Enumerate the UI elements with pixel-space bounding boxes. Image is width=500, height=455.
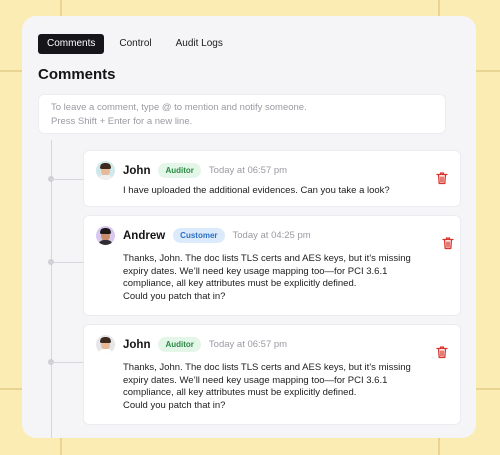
comment-body-line: compliance, all key attributes must be e…	[123, 278, 357, 289]
comment-card: Andrew Customer Today at 04:25 pm Thanks…	[83, 215, 461, 316]
comment-body-line: expiry dates. We’ll need key usage mappi…	[123, 265, 388, 277]
comments-panel: Comments Control Audit Logs Comments To …	[22, 16, 476, 438]
trash-icon[interactable]	[441, 236, 455, 250]
comment-input-placeholder-line-2: Press Shift + Enter for a new line.	[51, 116, 193, 127]
thread-line	[51, 140, 52, 438]
comment-body: Thanks, John. The doc lists TLS certs an…	[123, 253, 443, 303]
comment-body-line: Could you patch that in?	[123, 290, 226, 302]
comment-timestamp: Today at 06:57 pm	[208, 339, 288, 350]
comment-body-line: expiry dates. We’ll need key usage mappi…	[123, 374, 388, 386]
role-badge: Customer	[173, 228, 225, 243]
role-badge: Auditor	[158, 163, 201, 178]
comment-body-line: Thanks, John. The doc lists TLS certs an…	[123, 362, 411, 373]
thread-connector	[51, 262, 83, 263]
avatar	[96, 226, 115, 245]
comment-input-placeholder-line-1: To leave a comment, type @ to mention an…	[51, 102, 307, 113]
thread-connector	[51, 179, 83, 180]
tab-control[interactable]: Control	[110, 34, 160, 54]
comment-body-line: Thanks, John. The doc lists TLS certs an…	[123, 253, 411, 264]
comment-body-line: compliance, all key attributes must be e…	[123, 387, 357, 398]
tab-comments[interactable]: Comments	[38, 34, 105, 54]
comment-card: John Auditor Today at 06:57 pm Thanks, J…	[83, 324, 461, 425]
thread-connector	[51, 362, 83, 363]
avatar	[96, 161, 115, 180]
page-title: Comments	[38, 66, 116, 83]
comment-header: John Auditor Today at 06:57 pm	[96, 161, 287, 180]
comment-card: John Auditor Today at 06:57 pm I have up…	[83, 150, 461, 207]
comment-header: Andrew Customer Today at 04:25 pm	[96, 226, 311, 245]
tab-bar: Comments Control Audit Logs	[38, 34, 232, 54]
comment-input[interactable]: To leave a comment, type @ to mention an…	[38, 94, 446, 134]
comment-timestamp: Today at 06:57 pm	[208, 165, 288, 176]
trash-icon[interactable]	[435, 345, 449, 359]
comment-author: John	[123, 338, 151, 351]
comment-header: John Auditor Today at 06:57 pm	[96, 335, 287, 354]
comment-body: Thanks, John. The doc lists TLS certs an…	[123, 362, 443, 412]
comment-timestamp: Today at 04:25 pm	[232, 230, 311, 241]
avatar	[96, 335, 115, 354]
comment-body-line: Could you patch that in?	[123, 399, 226, 411]
comment-body-line: I have uploaded the additional evidences…	[123, 185, 390, 196]
comment-body: I have uploaded the additional evidences…	[123, 185, 443, 198]
comment-author: Andrew	[123, 229, 166, 242]
trash-icon[interactable]	[435, 171, 449, 185]
role-badge: Auditor	[158, 337, 201, 352]
tab-audit-logs[interactable]: Audit Logs	[167, 34, 232, 54]
comment-author: John	[123, 164, 151, 177]
